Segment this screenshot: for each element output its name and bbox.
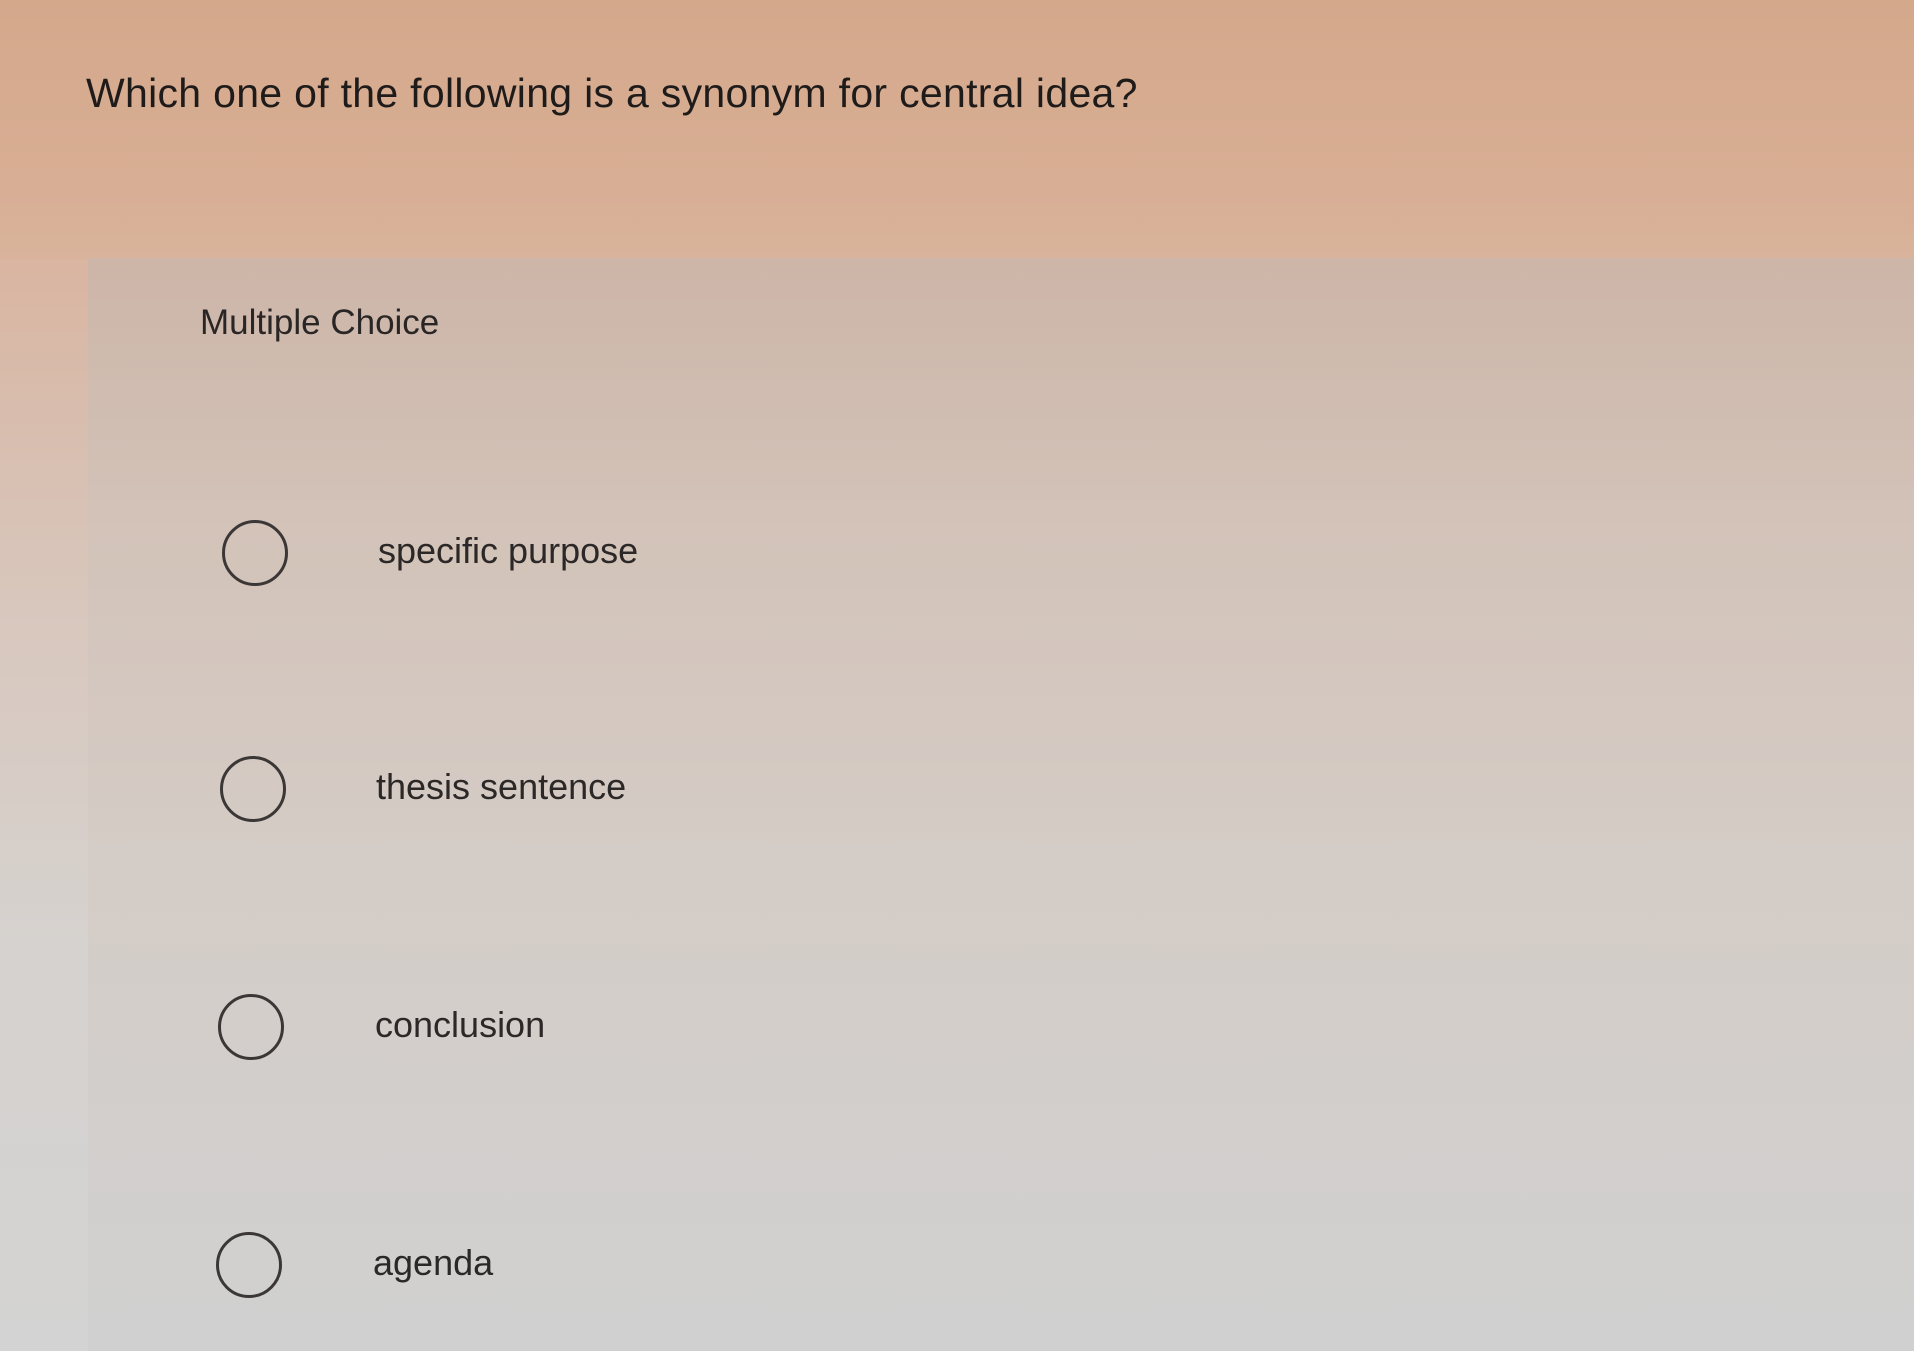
option-conclusion[interactable]: conclusion (88, 980, 988, 1070)
option-thesis-sentence[interactable]: thesis sentence (88, 742, 988, 832)
radio-unchecked-icon[interactable] (216, 1232, 282, 1298)
option-label: thesis sentence (376, 766, 627, 807)
question-header: Which one of the following is a synonym … (0, 0, 1914, 260)
option-label: agenda (373, 1242, 494, 1283)
multiple-choice-panel: Multiple Choice specific purpose thesis … (88, 258, 1914, 1351)
radio-unchecked-icon[interactable] (218, 994, 284, 1060)
option-specific-purpose[interactable]: specific purpose (88, 506, 988, 596)
option-label: specific purpose (378, 530, 639, 571)
question-type-label: Multiple Choice (200, 303, 440, 342)
radio-unchecked-icon[interactable] (222, 520, 288, 586)
option-agenda[interactable]: agenda (88, 1218, 988, 1308)
option-label: conclusion (375, 1004, 546, 1045)
question-text: Which one of the following is a synonym … (86, 70, 1138, 116)
radio-unchecked-icon[interactable] (220, 756, 286, 822)
